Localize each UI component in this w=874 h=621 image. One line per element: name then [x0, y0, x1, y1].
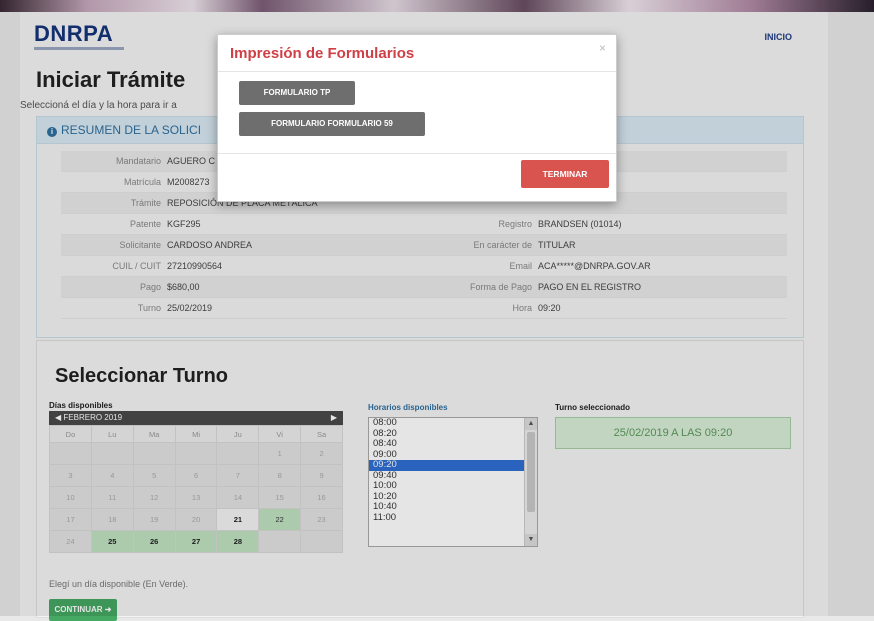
modal-footer-divider	[218, 153, 616, 154]
impresion-modal: Impresión de Formularios × FORMULARIO TP…	[217, 34, 617, 202]
formulario-tp-button[interactable]: FORMULARIO TP	[239, 81, 355, 105]
modal-title: Impresión de Formularios	[230, 45, 415, 62]
modal-divider	[218, 71, 616, 72]
close-icon[interactable]: ×	[599, 41, 606, 55]
terminar-button[interactable]: TERMINAR	[521, 160, 609, 188]
formulario-59-button[interactable]: FORMULARIO FORMULARIO 59	[239, 112, 425, 136]
